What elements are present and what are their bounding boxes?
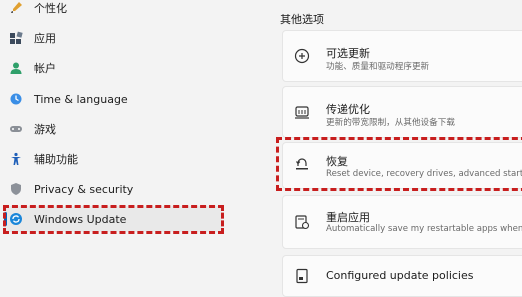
- sidebar-item-gaming[interactable]: 游戏: [4, 116, 222, 142]
- card-title: 重启应用: [326, 211, 370, 224]
- section-title: 其他选项: [280, 13, 324, 26]
- settings-sidebar: 个性化 应用 帐户 Time & language 游戏 辅助功能 Privac…: [0, 0, 232, 283]
- sidebar-item-label: 应用: [34, 32, 56, 45]
- card-delivery-optimization[interactable]: 传递优化 更新的带宽限制，从其他设备下载: [282, 86, 522, 138]
- card-subtitle: 功能、质量和驱动程序更新: [326, 62, 430, 72]
- highlight-box-recovery: [276, 137, 522, 191]
- sidebar-item-personalization[interactable]: 个性化: [4, 0, 222, 21]
- gamepad-icon: [9, 122, 23, 136]
- shield-icon: [9, 182, 23, 196]
- card-configured-update-policies[interactable]: Configured update policies: [282, 255, 522, 297]
- policy-icon: [293, 267, 311, 285]
- sidebar-item-apps[interactable]: 应用: [4, 25, 222, 51]
- sidebar-item-label: Time & language: [34, 92, 128, 106]
- sidebar-item-label: 辅助功能: [34, 153, 78, 166]
- apps-icon: [9, 31, 23, 45]
- accessibility-icon: [9, 152, 23, 166]
- card-title: Configured update policies: [326, 269, 474, 282]
- paint-brush-icon: [9, 1, 23, 15]
- sidebar-item-accounts[interactable]: 帐户: [4, 55, 222, 81]
- sidebar-item-time-language[interactable]: Time & language: [4, 86, 222, 112]
- card-title: 传递优化: [326, 103, 370, 116]
- add-circle-icon: [293, 47, 311, 65]
- card-restart-apps[interactable]: 重启应用 Automatically save my restartable a…: [282, 195, 522, 249]
- windows-update-content: 其他选项 可选更新 功能、质量和驱动程序更新 传递优化 更新的带宽限制，从其他设…: [232, 0, 522, 297]
- globe-clock-icon: [9, 92, 23, 106]
- sidebar-item-label: 游戏: [34, 123, 56, 136]
- card-subtitle: Automatically save my restartable apps w…: [326, 224, 522, 234]
- sidebar-item-accessibility[interactable]: 辅助功能: [4, 146, 222, 172]
- sidebar-item-label: Privacy & security: [34, 182, 134, 196]
- person-icon: [9, 61, 23, 75]
- card-subtitle: 更新的带宽限制，从其他设备下载: [326, 118, 455, 128]
- sidebar-item-label: 个性化: [34, 2, 67, 15]
- delivery-icon: [293, 103, 311, 121]
- card-title: 可选更新: [326, 47, 370, 60]
- sidebar-item-privacy-security[interactable]: Privacy & security: [4, 176, 222, 202]
- sidebar-item-label: 帐户: [34, 62, 56, 75]
- card-optional-updates[interactable]: 可选更新 功能、质量和驱动程序更新: [282, 30, 522, 82]
- restart-apps-icon: [293, 213, 311, 231]
- highlight-box-windows-update: [3, 205, 224, 234]
